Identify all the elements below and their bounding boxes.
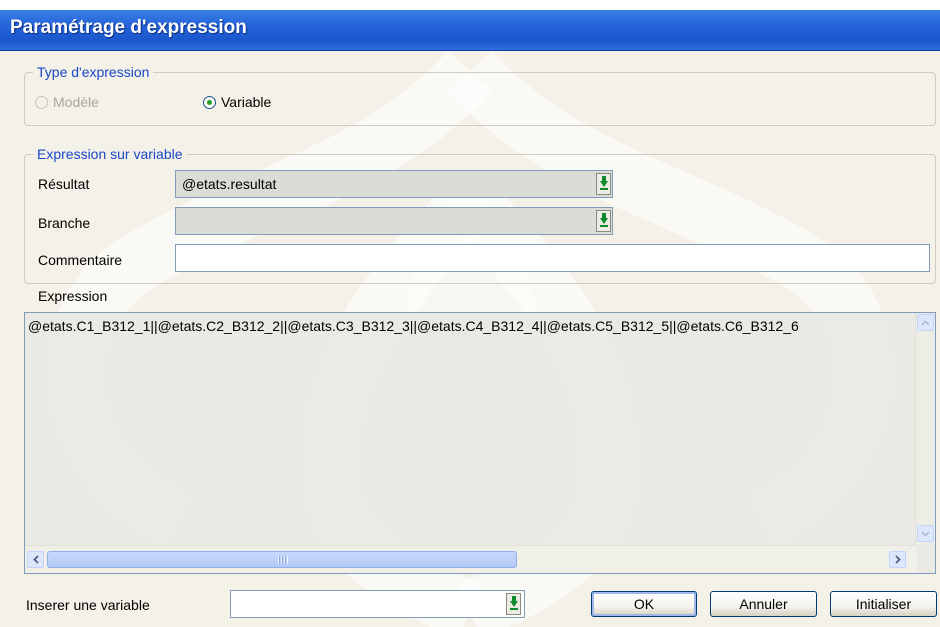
expression-editor[interactable]: @etats.C1_B312_1||@etats.C2_B312_2||@eta…	[24, 312, 936, 574]
arrow-down-icon	[599, 176, 608, 190]
ok-button[interactable]: OK	[591, 591, 697, 617]
radio-modele-label: Modèle	[53, 94, 99, 110]
scroll-up-button[interactable]	[917, 314, 934, 331]
insert-variable-field[interactable]	[230, 590, 525, 618]
variable-expression-legend: Expression sur variable	[33, 146, 187, 162]
radio-modele-indicator	[35, 95, 48, 109]
chevron-right-icon	[894, 555, 901, 564]
branche-field[interactable]	[175, 207, 613, 235]
arrow-down-icon	[509, 596, 518, 610]
radio-variable[interactable]: Variable	[203, 94, 271, 110]
horizontal-scrollbar[interactable]	[25, 545, 917, 573]
scroll-right-button[interactable]	[889, 551, 906, 568]
resultat-dropdown-button[interactable]	[596, 173, 611, 195]
resultat-label: Résultat	[38, 176, 90, 192]
horizontal-scroll-thumb[interactable]	[47, 551, 517, 568]
scroll-left-button[interactable]	[27, 551, 44, 568]
chevron-left-icon	[32, 555, 39, 564]
branche-label: Branche	[38, 215, 91, 231]
vertical-scrollbar[interactable]	[915, 313, 935, 545]
chevron-up-icon	[921, 319, 930, 326]
radio-variable-indicator[interactable]	[203, 95, 216, 109]
radio-variable-label: Variable	[221, 94, 272, 110]
expression-text[interactable]: @etats.C1_B312_1||@etats.C2_B312_2||@eta…	[28, 317, 912, 335]
initialiser-button[interactable]: Initialiser	[830, 591, 937, 617]
insert-variable-dropdown-button[interactable]	[506, 593, 521, 615]
commentaire-field[interactable]	[175, 244, 930, 272]
resultat-field[interactable]: @etats.resultat	[175, 170, 613, 198]
scroll-down-button[interactable]	[917, 525, 934, 542]
branche-dropdown-button[interactable]	[596, 210, 611, 232]
arrow-down-icon	[599, 213, 608, 227]
expression-type-legend: Type d'expression	[33, 64, 154, 80]
insert-variable-label: Inserer une variable	[26, 597, 150, 613]
expression-type-group: Type d'expression Modèle Variable	[24, 64, 936, 126]
top-strip	[0, 0, 940, 10]
window-title: Paramétrage d'expression	[10, 17, 247, 38]
grip-icon	[278, 556, 288, 564]
chevron-down-icon	[921, 530, 930, 537]
commentaire-label: Commentaire	[38, 252, 123, 268]
title-bar[interactable]: Paramétrage d'expression	[0, 10, 940, 51]
annuler-button[interactable]: Annuler	[710, 591, 817, 617]
expression-label: Expression	[38, 288, 108, 304]
radio-modele: Modèle	[35, 94, 99, 110]
